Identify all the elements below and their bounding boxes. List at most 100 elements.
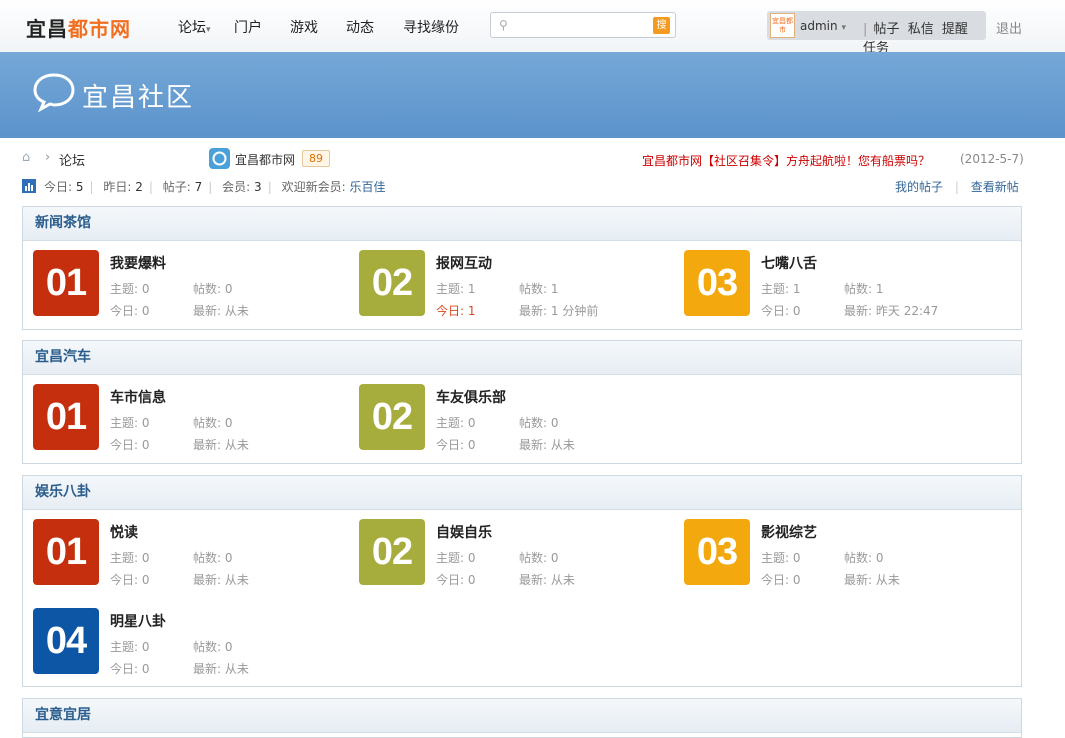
posts-label: 帖数:: [519, 551, 548, 565]
latest-post[interactable]: 1 分钟前: [551, 304, 598, 318]
forum-name-link[interactable]: 七嘴八舌: [761, 253, 817, 273]
posts-count: 0: [224, 416, 233, 430]
community-title: 宜昌社区: [82, 83, 195, 113]
latest-post[interactable]: 从未: [225, 573, 249, 587]
my-posts-link[interactable]: 我的帖子: [895, 180, 943, 194]
forum-meta-row: 今日: 0 最新: 从未: [761, 571, 900, 588]
section-title[interactable]: 新闻茶馆: [23, 207, 1021, 241]
new-member-link[interactable]: 乐百佳: [349, 180, 385, 194]
nav-item-activity[interactable]: 动态: [346, 17, 374, 37]
forum-meta-row: 今日: 0 最新: 从未: [110, 436, 249, 453]
stat-posts: 7: [194, 180, 203, 194]
forum-name-link[interactable]: 我要爆料: [110, 253, 166, 273]
forum-meta-row: 主题: 0 帖数: 0: [436, 549, 559, 566]
forum-number-tile[interactable]: 02: [359, 519, 425, 585]
user-link-notifications[interactable]: 提醒: [942, 22, 968, 37]
forum-item: 03 七嘴八舌主题: 1 帖数: 1 今日: 0 最新: 昨天 22:47: [684, 250, 994, 318]
posts-label: 帖数:: [844, 551, 873, 565]
latest-post[interactable]: 从未: [225, 662, 249, 676]
forum-name-link[interactable]: 影视综艺: [761, 522, 817, 542]
forum-meta-row: 主题: 0 帖数: 0: [110, 414, 233, 431]
posts-count: 0: [224, 551, 233, 565]
posts-label: 帖数:: [193, 640, 222, 654]
latest-post[interactable]: 从未: [225, 304, 249, 318]
site-app-icon[interactable]: [209, 148, 230, 169]
posts-label: 帖数:: [193, 551, 222, 565]
breadcrumb-separator: ›: [45, 150, 51, 165]
breadcrumb-forum[interactable]: 论坛: [59, 150, 85, 169]
forum-section: 宜昌汽车 01 车市信息 主题: 0 帖数: 0 今日: 0 最新: 从未 02 车友俱乐部 主题…: [22, 340, 1022, 464]
forum-number-tile[interactable]: 02: [359, 250, 425, 316]
forum-meta-row: 今日: 0 最新: 昨天 22:47: [761, 302, 938, 319]
announcement-link[interactable]: 宜昌都市网【社区召集令】方舟起航啦！您有船票吗？: [642, 152, 930, 169]
threads-count: 0: [792, 551, 801, 565]
forum-name-link[interactable]: 悦读: [110, 522, 138, 542]
latest-label: 最新:: [844, 304, 873, 318]
home-icon[interactable]: ⌂: [22, 150, 30, 165]
user-link-posts[interactable]: 帖子: [874, 22, 900, 37]
section-title[interactable]: 宜昌汽车: [23, 341, 1021, 375]
forum-section: 宜意宜居: [22, 698, 1022, 738]
latest-post[interactable]: 昨天 22:47: [876, 304, 938, 318]
logo-part2: 都市网: [68, 17, 131, 41]
user-panel: 宜昌都市 admin ▾ | 帖子 私信 提醒 任务: [767, 11, 986, 56]
today-label: 今日:: [761, 573, 790, 587]
forum-number-tile[interactable]: 02: [359, 384, 425, 450]
nav-item-games[interactable]: 游戏: [290, 17, 318, 37]
forum-name-link[interactable]: 报网互动: [436, 253, 492, 273]
quick-links: 我的帖子 | 查看新帖: [895, 180, 1019, 194]
site-logo[interactable]: 宜昌都市网: [26, 13, 131, 42]
posts-label: 帖数:: [519, 416, 548, 430]
posts-count: 0: [875, 551, 884, 565]
search-button[interactable]: 搜: [653, 17, 670, 34]
forum-meta-row: 主题: 1 帖数: 1: [761, 280, 884, 297]
section-title[interactable]: 宜意宜居: [23, 699, 1021, 733]
community-banner: 宜昌社区: [0, 52, 1065, 138]
forum-meta-row: 主题: 0 帖数: 0: [110, 549, 233, 566]
logout-link[interactable]: 退出: [996, 18, 1022, 37]
today-count: 0: [141, 304, 150, 318]
threads-label: 主题:: [110, 551, 139, 565]
section-title[interactable]: 娱乐八卦: [23, 476, 1021, 510]
forum-name-link[interactable]: 自娱自乐: [436, 522, 492, 542]
forum-number-tile[interactable]: 04: [33, 608, 99, 674]
nav-item-portal[interactable]: 门户: [234, 17, 262, 37]
forum-name-link[interactable]: 明星八卦: [110, 611, 166, 631]
latest-post[interactable]: 从未: [551, 438, 575, 452]
posts-count: 0: [550, 551, 559, 565]
site-link[interactable]: 宜昌都市网: [235, 151, 295, 168]
nav-item-forum[interactable]: 论坛▾: [178, 17, 211, 37]
new-posts-link[interactable]: 查看新帖: [971, 180, 1019, 194]
latest-post[interactable]: 从未: [225, 438, 249, 452]
forum-name-link[interactable]: 车友俱乐部: [436, 387, 506, 407]
search-box[interactable]: ⚲ 搜: [490, 12, 676, 38]
threads-label: 主题:: [436, 551, 465, 565]
threads-count: 0: [467, 551, 476, 565]
top-navigation-bar: 宜昌都市网 论坛▾ 门户 游戏 动态 寻找缘份 ⚲ 搜 宜昌都市 admin ▾…: [0, 0, 1065, 56]
forum-meta-row: 主题: 0 帖数: 0: [110, 280, 233, 297]
latest-post[interactable]: 从未: [876, 573, 900, 587]
forum-number-tile[interactable]: 01: [33, 519, 99, 585]
threads-count: 0: [141, 640, 150, 654]
stat-today: 5: [75, 180, 84, 194]
forum-name-link[interactable]: 车市信息: [110, 387, 166, 407]
forum-number-tile[interactable]: 01: [33, 384, 99, 450]
threads-count: 1: [467, 282, 476, 296]
nav-item-find-match[interactable]: 寻找缘份: [403, 17, 459, 37]
avatar[interactable]: 宜昌都市: [770, 13, 795, 38]
forum-number-tile[interactable]: 03: [684, 250, 750, 316]
username-menu[interactable]: admin ▾: [800, 19, 846, 33]
forum-number-tile[interactable]: 01: [33, 250, 99, 316]
user-link-messages[interactable]: 私信: [908, 22, 934, 37]
chevron-down-icon: ▾: [206, 25, 211, 35]
today-count: 0: [141, 573, 150, 587]
today-label: 今日:: [110, 662, 139, 676]
forum-meta-row: 主题: 0 帖数: 0: [761, 549, 884, 566]
speech-bubble-icon: [33, 73, 75, 112]
today-label: 今日:: [110, 304, 139, 318]
posts-label: 帖数:: [193, 282, 222, 296]
search-icon: ⚲: [499, 18, 508, 32]
forum-item: 01 我要爆料 主题: 0 帖数: 0 今日: 0 最新: 从未: [33, 250, 343, 318]
latest-post[interactable]: 从未: [551, 573, 575, 587]
forum-number-tile[interactable]: 03: [684, 519, 750, 585]
